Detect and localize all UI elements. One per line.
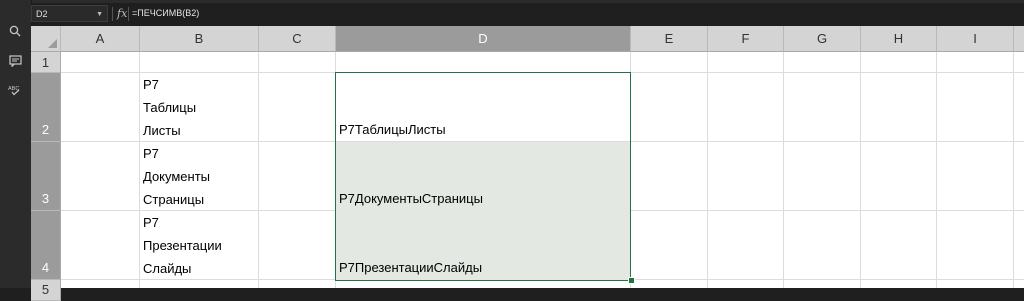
row-header-4[interactable]: 4 [31,211,61,280]
gridline [783,52,784,288]
chevron-down-icon[interactable]: ▼ [96,6,103,23]
name-box[interactable]: D2 ▼ [31,5,108,22]
cell-line: Р7 [143,215,159,230]
divider [112,7,113,21]
row-header-5[interactable]: 5 [31,280,61,301]
row-header-1[interactable]: 1 [31,52,61,73]
cell-line: Страницы [143,192,205,207]
column-header-h[interactable]: H [861,26,937,52]
gridline [860,52,861,288]
title-strip [31,0,1024,3]
cell-d2[interactable]: Р7ТаблицыЛисты [336,73,630,141]
cell-line: Р7 [143,77,159,92]
cell-line: Таблицы [143,100,197,115]
comment-icon[interactable] [5,52,25,70]
gridline [258,52,259,288]
formula-input[interactable]: =ПЕЧСИМВ(B2) [132,5,199,22]
formula-bar: D2 ▼ fx =ПЕЧСИМВ(B2) [31,5,1024,23]
insert-function-icon[interactable]: fx [117,5,127,22]
column-header-f[interactable]: F [708,26,784,52]
cell-value: Р7ТаблицыЛисты [339,122,446,137]
spellcheck-icon[interactable]: ABC [5,81,25,99]
cell-b4[interactable]: Р7 Презентации Слайды [140,211,258,279]
cell-line: Презентации [143,238,222,253]
row-header-2[interactable]: 2 [31,73,61,142]
column-header-b[interactable]: B [140,26,259,52]
cell-value: Р7ПрезентацииСлайды [339,260,483,275]
column-header-i[interactable]: I [937,26,1014,52]
column-header-e[interactable]: E [631,26,708,52]
divider [128,7,129,21]
gridline [707,52,708,288]
cell-d3[interactable]: Р7ДокументыСтраницы [336,142,630,210]
column-header-g[interactable]: G [784,26,861,52]
search-icon[interactable] [5,22,25,40]
gridline [936,52,937,288]
gridline [1013,52,1014,288]
cell-b2[interactable]: Р7 Таблицы Листы [140,73,258,141]
column-header-a[interactable]: A [61,26,140,52]
left-sidebar: ABC [0,0,32,288]
spreadsheet-grid[interactable]: A B C D E F G H I 1 2 3 4 5 Р7 Таблицы Л… [31,26,1024,301]
cell-line: Слайды [143,261,192,276]
row-header-3[interactable]: 3 [31,142,61,211]
cell-d4[interactable]: Р7ПрезентацииСлайды [336,211,630,279]
column-header-c[interactable]: C [259,26,336,52]
cell-line: Листы [143,123,181,138]
column-header-partial[interactable] [1014,26,1024,52]
cell-line: Документы [143,169,211,184]
cell-b3[interactable]: Р7 Документы Страницы [140,142,258,210]
column-header-d[interactable]: D [336,26,631,52]
select-all-button[interactable] [31,26,61,52]
name-box-value: D2 [36,9,48,19]
cell-line: Р7 [143,146,159,161]
cell-value: Р7ДокументыСтраницы [339,191,483,206]
